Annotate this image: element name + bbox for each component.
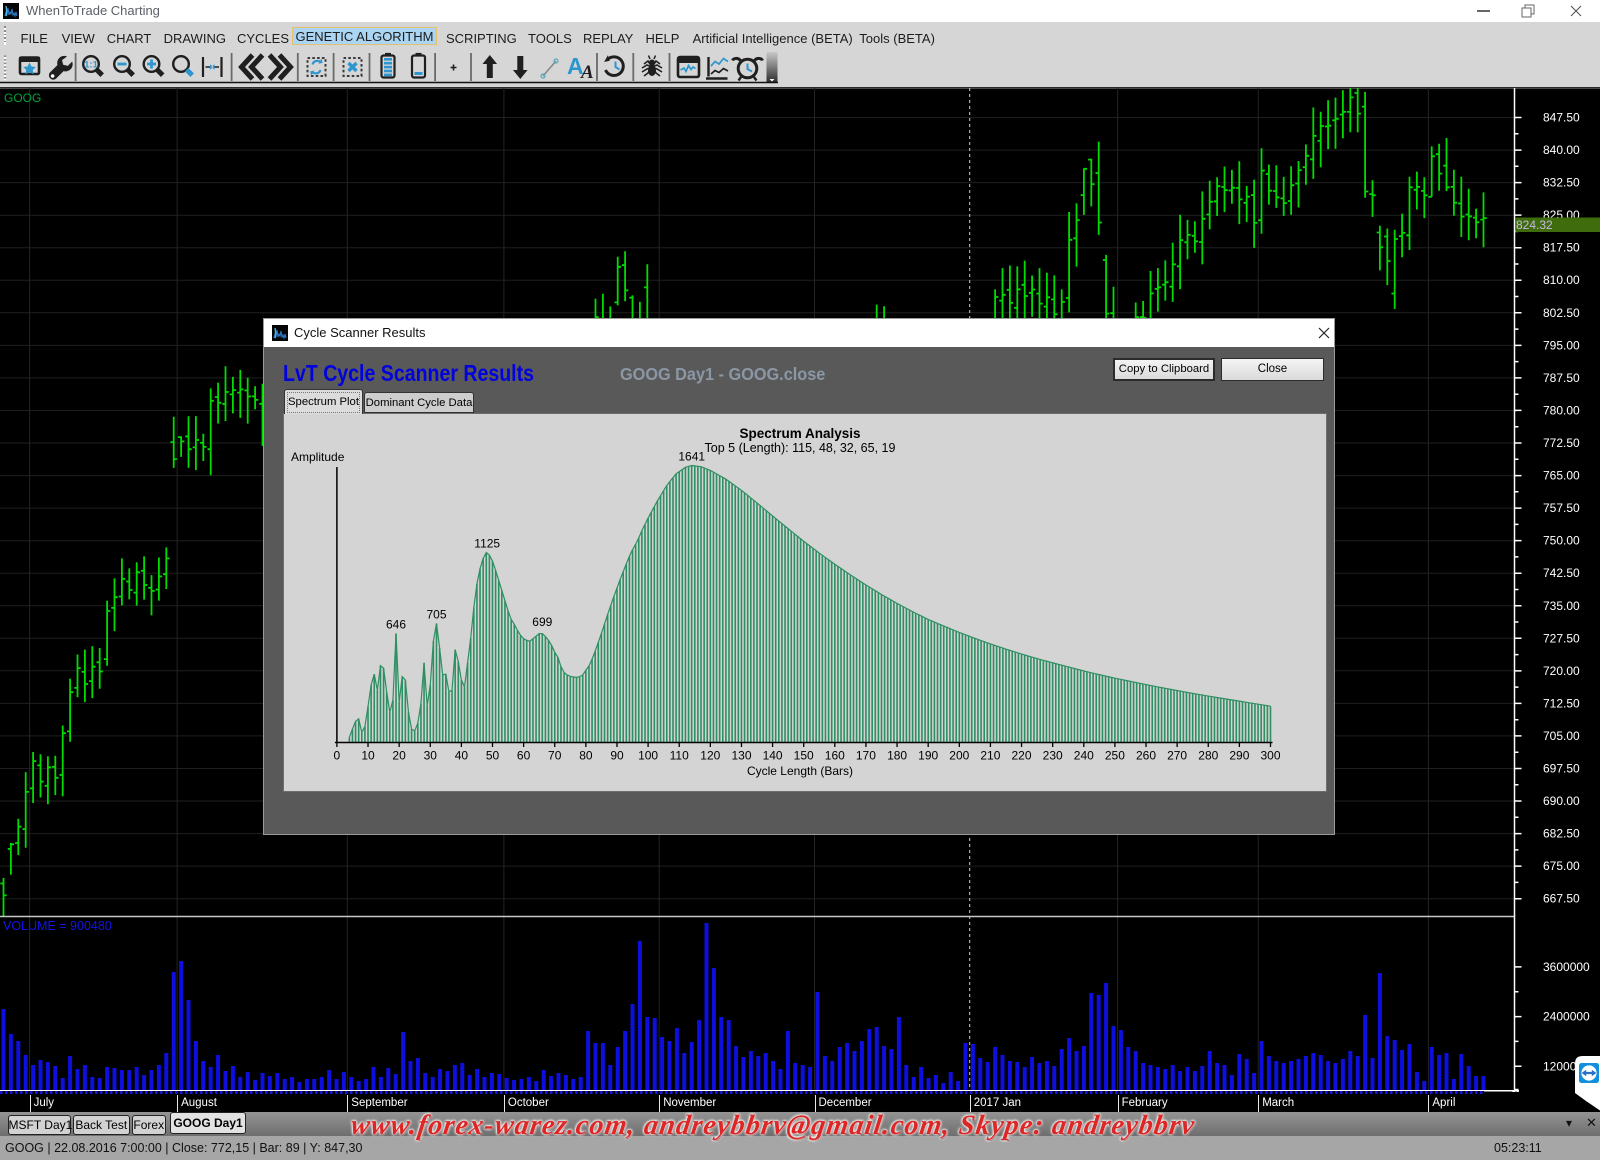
svg-text:90: 90 <box>610 749 624 763</box>
svg-text:2400000: 2400000 <box>1543 1010 1590 1024</box>
svg-text:750.00: 750.00 <box>1543 534 1580 548</box>
svg-text:180: 180 <box>887 749 907 763</box>
svg-text:705.00: 705.00 <box>1543 729 1580 743</box>
svg-text:824.32: 824.32 <box>1516 218 1553 232</box>
svg-text:667.50: 667.50 <box>1543 892 1580 906</box>
svg-text:720.00: 720.00 <box>1543 664 1580 678</box>
svg-text:60: 60 <box>517 749 531 763</box>
svg-text:270: 270 <box>1167 749 1187 763</box>
svg-text:1:1: 1:1 <box>84 60 98 71</box>
svg-text:230: 230 <box>1043 749 1063 763</box>
svg-text:697.50: 697.50 <box>1543 762 1580 776</box>
svg-text:705: 705 <box>426 608 446 622</box>
svg-text:780.00: 780.00 <box>1543 403 1580 417</box>
svg-text:10: 10 <box>361 749 375 763</box>
svg-text:40: 40 <box>455 749 469 763</box>
svg-text:150: 150 <box>794 749 814 763</box>
svg-text:772.50: 772.50 <box>1543 436 1580 450</box>
svg-text:1125: 1125 <box>474 537 500 551</box>
svg-text:802.50: 802.50 <box>1543 306 1580 320</box>
svg-text:260: 260 <box>1136 749 1156 763</box>
svg-text:210: 210 <box>980 749 1000 763</box>
svg-text:A: A <box>580 62 594 83</box>
svg-text:80: 80 <box>579 749 593 763</box>
svg-text:100: 100 <box>638 749 658 763</box>
svg-text:810.00: 810.00 <box>1543 273 1580 287</box>
svg-text:VOLUME = 900480: VOLUME = 900480 <box>3 919 112 933</box>
svg-text:832.50: 832.50 <box>1543 176 1580 190</box>
svg-text:120: 120 <box>700 749 720 763</box>
svg-text:30: 30 <box>424 749 438 763</box>
svg-text:817.50: 817.50 <box>1543 241 1580 255</box>
svg-text:280: 280 <box>1198 749 1218 763</box>
svg-text:840.00: 840.00 <box>1543 143 1580 157</box>
svg-text:795.00: 795.00 <box>1543 338 1580 352</box>
svg-text:847.50: 847.50 <box>1543 111 1580 125</box>
svg-text:742.50: 742.50 <box>1543 566 1580 580</box>
svg-text:190: 190 <box>918 749 938 763</box>
svg-text:240: 240 <box>1074 749 1094 763</box>
svg-text:757.50: 757.50 <box>1543 501 1580 515</box>
svg-text:50: 50 <box>486 749 500 763</box>
svg-text:160: 160 <box>825 749 845 763</box>
svg-text:682.50: 682.50 <box>1543 827 1580 841</box>
svg-text:GOOG: GOOG <box>4 91 41 105</box>
svg-text:170: 170 <box>856 749 876 763</box>
svg-text:3600000: 3600000 <box>1543 960 1590 974</box>
svg-text:110: 110 <box>670 749 689 763</box>
svg-text:300: 300 <box>1260 749 1280 763</box>
svg-text:727.50: 727.50 <box>1543 631 1580 645</box>
svg-text:220: 220 <box>1011 749 1031 763</box>
svg-text:140: 140 <box>763 749 783 763</box>
svg-text:787.50: 787.50 <box>1543 371 1580 385</box>
svg-text:70: 70 <box>548 749 562 763</box>
svg-text:675.00: 675.00 <box>1543 859 1580 873</box>
svg-text:200: 200 <box>949 749 969 763</box>
svg-text:690.00: 690.00 <box>1543 794 1580 808</box>
svg-text:699: 699 <box>532 615 552 629</box>
svg-text:765.00: 765.00 <box>1543 469 1580 483</box>
svg-text:290: 290 <box>1229 749 1249 763</box>
svg-text:712.50: 712.50 <box>1543 696 1580 710</box>
svg-text:250: 250 <box>1105 749 1125 763</box>
svg-text:20: 20 <box>392 749 406 763</box>
svg-text:130: 130 <box>731 749 751 763</box>
svg-text:0: 0 <box>334 749 341 763</box>
svg-text:735.00: 735.00 <box>1543 599 1580 613</box>
svg-text:646: 646 <box>386 618 406 632</box>
